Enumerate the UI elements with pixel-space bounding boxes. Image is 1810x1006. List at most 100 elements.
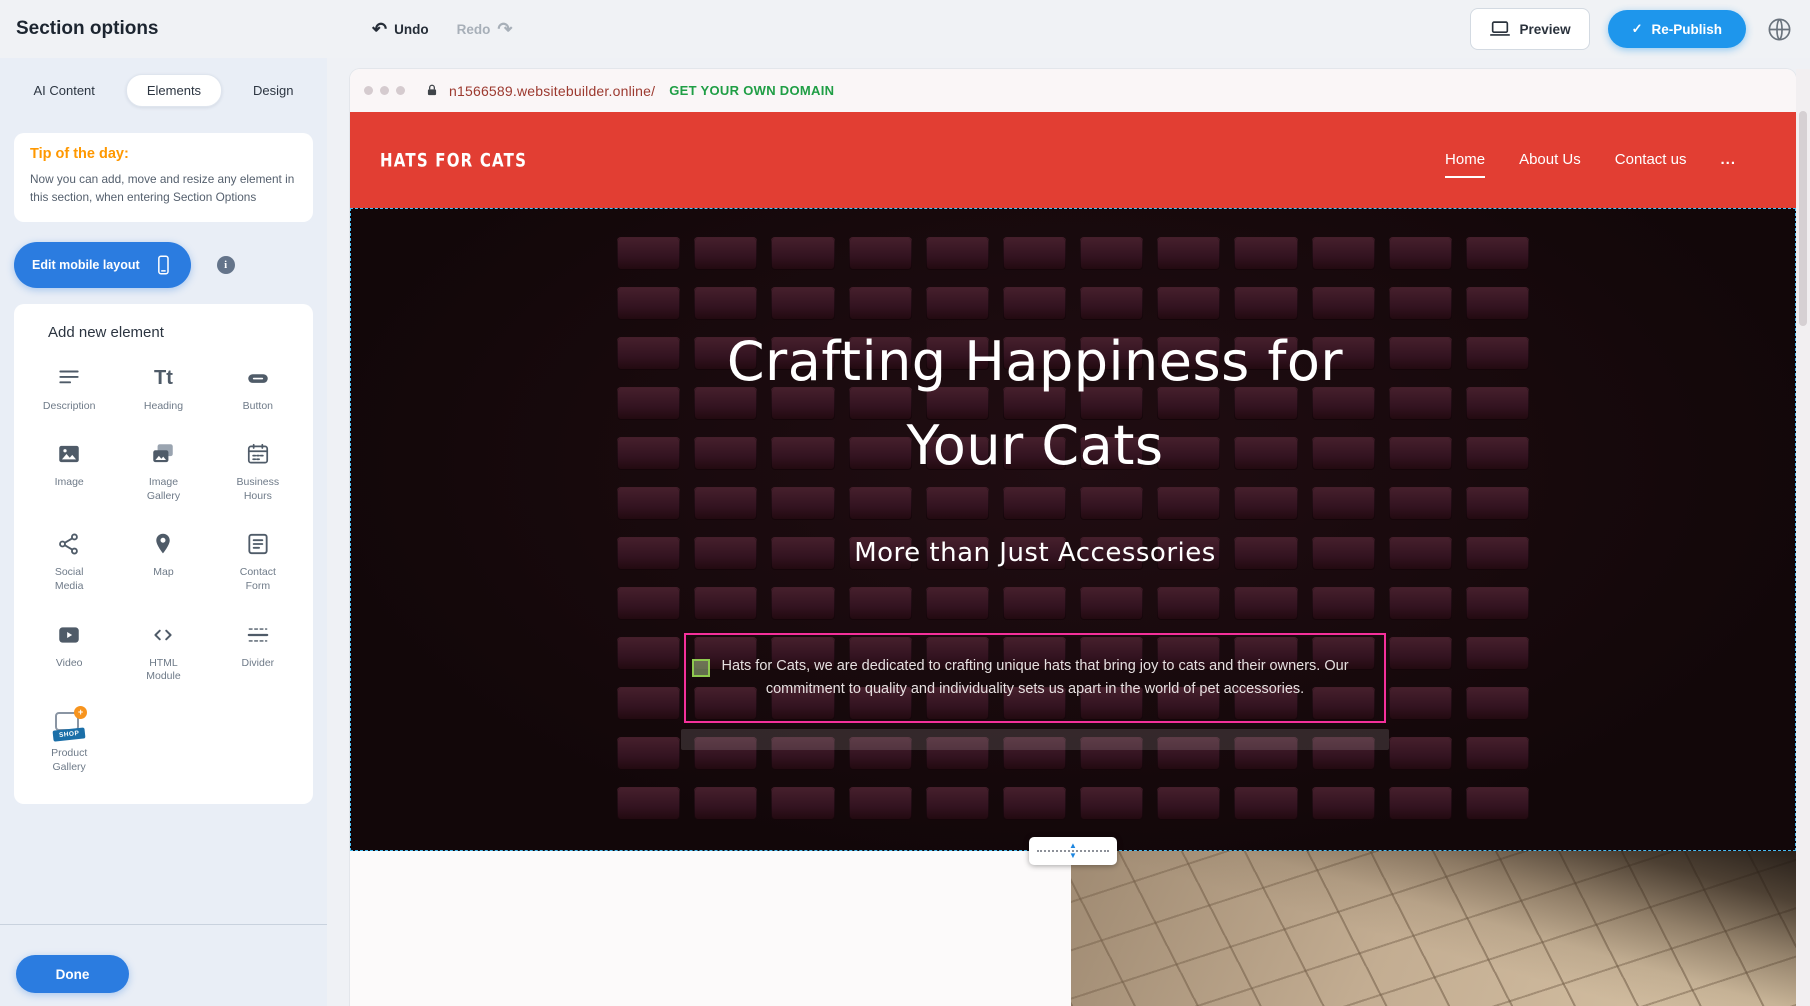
hero-tile (1389, 637, 1452, 670)
hero-paragraph[interactable]: Hats for Cats, we are dedicated to craft… (696, 655, 1374, 701)
redo-button[interactable]: Redo ↷ (457, 20, 513, 38)
hero-tile (771, 387, 834, 420)
video-icon (56, 620, 82, 650)
hero-tile (1312, 537, 1375, 570)
hero-tile (1389, 487, 1452, 520)
get-domain-link[interactable]: GET YOUR OWN DOMAIN (669, 83, 834, 98)
hero-tile (1003, 537, 1066, 570)
hero-tile (1389, 437, 1452, 470)
element-social-media[interactable]: Social Media (22, 523, 116, 599)
edit-mobile-layout-button[interactable]: Edit mobile layout (14, 242, 191, 288)
globe-icon[interactable] (1764, 14, 1794, 44)
preview-icon (1489, 18, 1511, 40)
preview-button[interactable]: Preview (1470, 8, 1590, 50)
hero-tile (1466, 287, 1529, 320)
hero-tile (1080, 437, 1143, 470)
hero-tile (926, 437, 989, 470)
hero-tile (1157, 287, 1220, 320)
site-header[interactable]: HATS FOR CATS Home About Us Contact us .… (350, 112, 1796, 208)
hero-tile (1157, 237, 1220, 270)
element-map[interactable]: Map (116, 523, 210, 599)
sidebar: AI Content Elements Design Tip of the da… (0, 58, 327, 1006)
product-gallery-icon: + SHOP (51, 710, 87, 740)
element-contact-form[interactable]: Contact Form (211, 523, 305, 599)
preview-label: Preview (1520, 22, 1571, 37)
hero-tile (617, 487, 680, 520)
redo-icon: ↷ (497, 20, 512, 38)
hero-tile (694, 587, 757, 620)
hero-tile (1389, 337, 1452, 370)
republish-label: Re-Publish (1651, 22, 1722, 37)
page-title: Section options (16, 18, 159, 40)
hero-tile (1157, 587, 1220, 620)
element-business-hours[interactable]: Business Hours (211, 433, 305, 509)
hero-tile (1389, 387, 1452, 420)
hero-tile (617, 737, 680, 770)
topbar-actions: Preview ✓ Re-Publish (1470, 8, 1810, 50)
undo-label: Undo (394, 22, 429, 37)
nav-home[interactable]: Home (1445, 151, 1485, 170)
hero-section[interactable]: Crafting Happiness for Your Cats More th… (350, 208, 1796, 851)
element-divider[interactable]: Divider (211, 614, 305, 690)
element-product-gallery[interactable]: + SHOP Product Gallery (22, 704, 116, 780)
hero-tile (849, 287, 912, 320)
hero-tile (1234, 787, 1297, 820)
preview-scrollbar[interactable] (1796, 69, 1810, 1006)
hero-tile (771, 587, 834, 620)
hero-tile (1080, 337, 1143, 370)
hero-tile (1466, 687, 1529, 720)
nav-more[interactable]: ... (1720, 151, 1736, 170)
info-icon[interactable]: i (217, 256, 235, 274)
contact-form-icon (245, 529, 271, 559)
section-resize-handle[interactable]: ▲ ▼ (1029, 837, 1117, 865)
hero-tile (1312, 237, 1375, 270)
hero-tile (694, 787, 757, 820)
tab-design[interactable]: Design (245, 75, 301, 106)
element-image[interactable]: Image (22, 433, 116, 509)
republish-button[interactable]: ✓ Re-Publish (1608, 10, 1746, 48)
hero-tile (1389, 237, 1452, 270)
hero-tile (1003, 437, 1066, 470)
html-module-icon (150, 620, 176, 650)
site-logo[interactable]: HATS FOR CATS (380, 149, 527, 172)
tab-elements[interactable]: Elements (126, 74, 222, 107)
undo-button[interactable]: ↶ Undo (372, 20, 429, 38)
element-image-gallery[interactable]: Image Gallery (116, 433, 210, 509)
hero-tile (617, 287, 680, 320)
sidebar-tabs: AI Content Elements Design (0, 58, 327, 107)
hero-tile (1234, 237, 1297, 270)
selected-text-element[interactable]: Hats for Cats, we are dedicated to craft… (684, 633, 1386, 723)
floor-tiles-photo (1071, 851, 1796, 1006)
nav-about-us[interactable]: About Us (1519, 151, 1581, 170)
hero-tile (1003, 287, 1066, 320)
hero-tile (849, 787, 912, 820)
done-button[interactable]: Done (16, 955, 129, 993)
edit-mobile-label: Edit mobile layout (32, 258, 140, 272)
hero-tile (1312, 387, 1375, 420)
hero-tile (617, 437, 680, 470)
site-url[interactable]: n1566589.websitebuilder.online/ (449, 83, 655, 99)
hero-tile (771, 337, 834, 370)
tab-ai-content[interactable]: AI Content (25, 75, 102, 106)
hero-tile (694, 337, 757, 370)
hero-tile (849, 387, 912, 420)
element-html-module[interactable]: HTML Module (116, 614, 210, 690)
hero-tile (926, 387, 989, 420)
hero-tile (1389, 737, 1452, 770)
element-heading[interactable]: Tt Heading (116, 357, 210, 420)
element-drag-handle[interactable] (692, 659, 710, 677)
next-section-blank (350, 851, 1071, 1006)
hero-tile (1389, 787, 1452, 820)
hero-tile (926, 337, 989, 370)
hero-tile (849, 237, 912, 270)
hero-tile (694, 537, 757, 570)
hero-tile (926, 537, 989, 570)
hero-tile (694, 487, 757, 520)
scrollbar-thumb[interactable] (1799, 111, 1807, 326)
hero-tile (1466, 737, 1529, 770)
nav-contact-us[interactable]: Contact us (1615, 151, 1687, 170)
element-button[interactable]: Button (211, 357, 305, 420)
element-video[interactable]: Video (22, 614, 116, 690)
element-description[interactable]: Description (22, 357, 116, 420)
hero-tile (1080, 287, 1143, 320)
